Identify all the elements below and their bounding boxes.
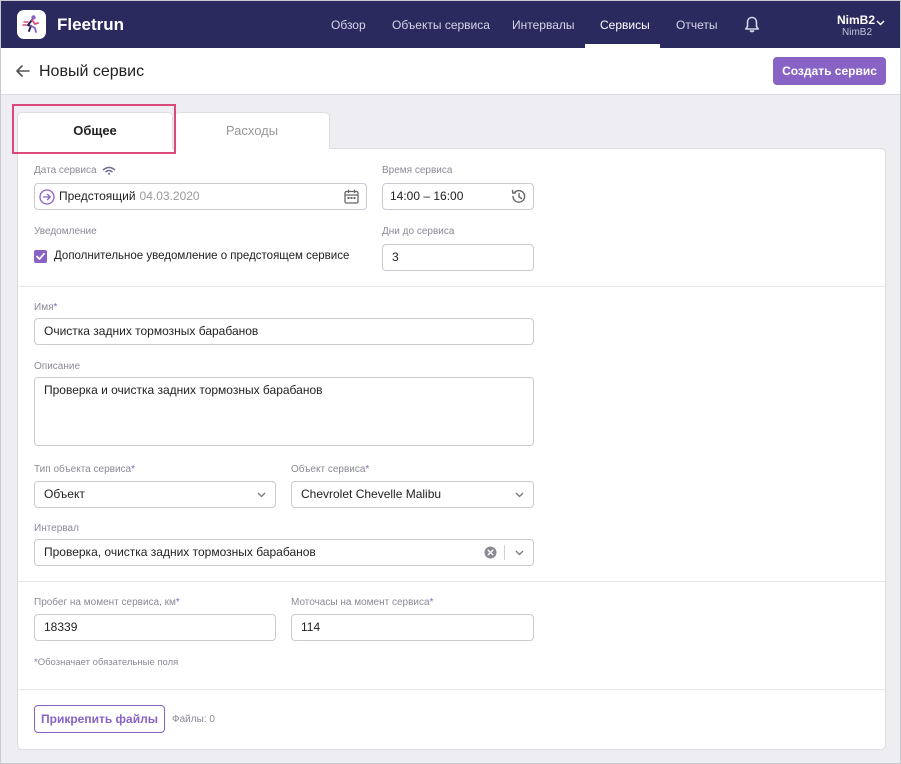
- service-time-field[interactable]: 14:00 – 16:00: [382, 183, 534, 210]
- app-name: Fleetrun: [57, 15, 125, 34]
- service-date-label: Дата сервиса: [34, 165, 116, 176]
- description-label: Описание: [34, 361, 81, 372]
- check-icon: [36, 252, 45, 260]
- chevron-down-icon: [257, 492, 266, 498]
- user-menu-chevron-icon[interactable]: [876, 20, 885, 26]
- nav-services[interactable]: Сервисы: [600, 18, 650, 32]
- required-fields-note: *Обозначает обязательные поля: [34, 657, 179, 668]
- tab-general[interactable]: Общее: [17, 112, 173, 149]
- chevron-down-icon[interactable]: [515, 550, 524, 556]
- page-title: Новый сервис: [39, 63, 145, 80]
- section-divider: [18, 286, 885, 287]
- select-separator: [504, 545, 505, 560]
- days-before-label: Дни до сервиса: [382, 226, 455, 237]
- name-input[interactable]: Очистка задних тормозных барабанов: [34, 318, 534, 345]
- service-form-card: Дата сервиса Предстоящий 04.03.2020 Время…: [17, 148, 886, 750]
- days-before-input[interactable]: 3: [382, 244, 534, 271]
- name-label: Имя*: [34, 302, 58, 313]
- upcoming-status-icon: [39, 189, 55, 205]
- notification-checkbox-label[interactable]: Дополнительное уведомление о предстоящем…: [54, 250, 349, 262]
- object-type-label: Тип объекта сервиса*: [34, 464, 136, 475]
- signal-icon: [102, 166, 116, 175]
- mileage-input[interactable]: 18339: [34, 614, 276, 641]
- service-date-value: 04.03.2020: [139, 189, 200, 203]
- interval-label: Интервал: [34, 523, 79, 534]
- files-count: Файлы: 0: [172, 714, 215, 725]
- service-date-status: Предстоящий: [59, 189, 136, 203]
- service-time-value: 14:00 – 16:00: [390, 189, 464, 203]
- top-nav-bar: Fleetrun Обзор Объекты сервиса Интервалы…: [1, 1, 900, 48]
- nav-overview[interactable]: Обзор: [331, 18, 366, 32]
- engine-hours-label: Моточасы на момент сервиса*: [291, 597, 434, 608]
- nav-intervals[interactable]: Интервалы: [512, 18, 575, 32]
- attach-files-button[interactable]: Прикрепить файлы: [34, 705, 165, 733]
- section-divider: [18, 689, 885, 690]
- service-object-value: Chevrolet Chevelle Malibu: [301, 487, 442, 501]
- notification-checkbox[interactable]: [34, 250, 47, 263]
- bell-icon[interactable]: [744, 16, 760, 33]
- interval-select[interactable]: Проверка, очистка задних тормозных бараб…: [34, 539, 534, 566]
- fleetrun-logo[interactable]: [17, 10, 46, 39]
- interval-value: Проверка, очистка задних тормозных бараб…: [44, 545, 316, 559]
- tab-expenses[interactable]: Расходы: [174, 112, 330, 149]
- page-header: Новый сервис Создать сервис: [1, 48, 900, 95]
- clock-history-icon[interactable]: [510, 188, 527, 205]
- mileage-label: Пробег на момент сервиса, км*: [34, 597, 180, 608]
- service-object-select[interactable]: Chevrolet Chevelle Malibu: [291, 481, 534, 508]
- object-type-value: Объект: [44, 487, 85, 501]
- clear-icon[interactable]: [484, 546, 497, 559]
- calendar-icon[interactable]: [344, 189, 359, 204]
- service-time-label: Время сервиса: [382, 165, 453, 176]
- section-divider: [18, 581, 885, 582]
- nav-reports[interactable]: Отчеты: [676, 18, 717, 32]
- notification-label: Уведомление: [34, 226, 97, 237]
- service-object-label: Объект сервиса*: [291, 464, 370, 475]
- create-service-button[interactable]: Создать сервис: [773, 57, 886, 85]
- engine-hours-input[interactable]: 114: [291, 614, 534, 641]
- nav-service-objects[interactable]: Объекты сервиса: [392, 18, 490, 32]
- back-arrow-icon[interactable]: [16, 65, 30, 77]
- logo-runner-icon: [22, 15, 39, 33]
- user-account: NimB2: [842, 27, 873, 38]
- user-name[interactable]: NimB2: [837, 13, 875, 27]
- object-type-select[interactable]: Объект: [34, 481, 276, 508]
- service-date-field[interactable]: Предстоящий 04.03.2020: [34, 183, 367, 210]
- chevron-down-icon: [515, 492, 524, 498]
- description-textarea[interactable]: Проверка и очистка задних тормозных бара…: [34, 377, 534, 446]
